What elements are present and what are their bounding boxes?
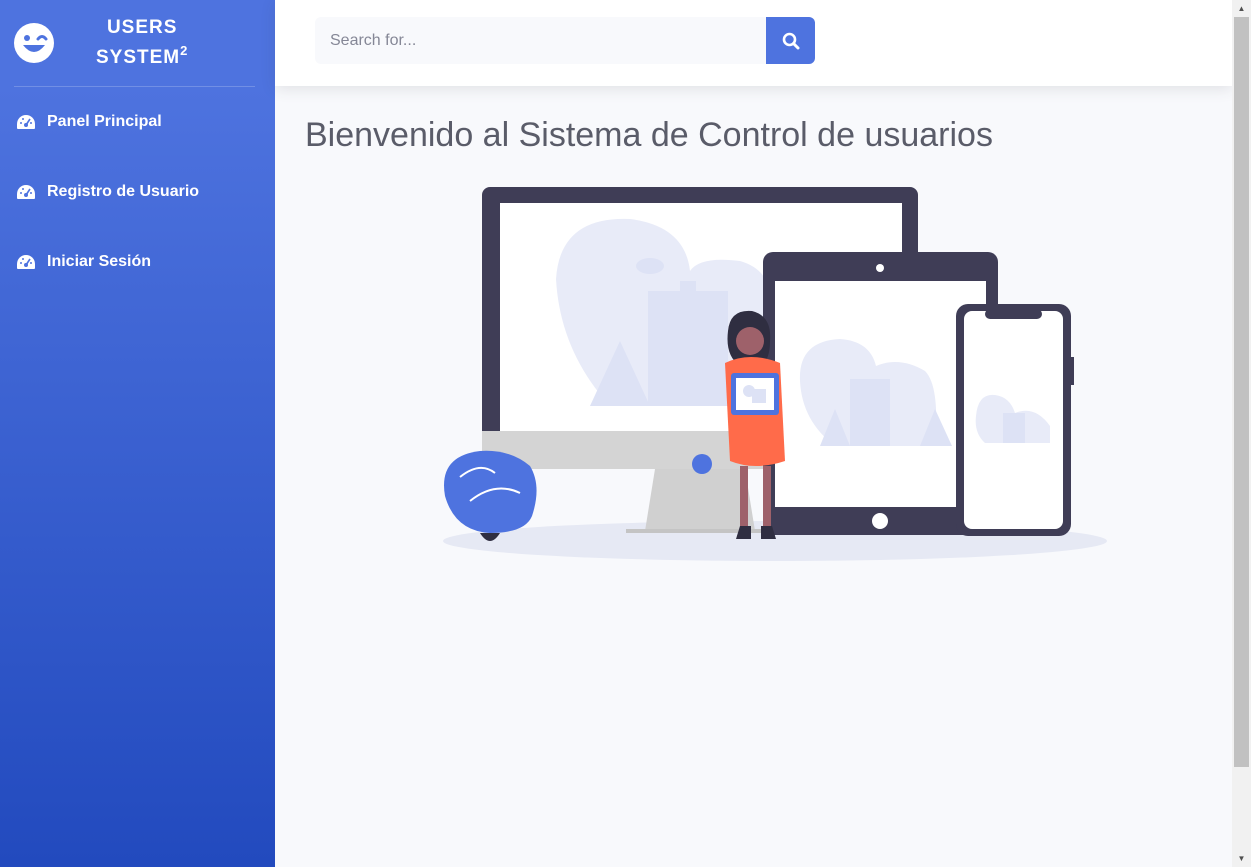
sidebar-item-iniciar-sesion[interactable]: Iniciar Sesión	[0, 227, 275, 297]
brand-sup: 2	[180, 43, 189, 58]
vertical-scrollbar[interactable]: ▲ ▼	[1232, 0, 1251, 867]
search-input[interactable]	[315, 17, 766, 64]
sidebar: USERS SYSTEM2 Panel Principal Registro d…	[0, 0, 275, 867]
brand-line2: SYSTEM2	[96, 43, 188, 73]
search-icon	[782, 32, 799, 49]
main-content: Bienvenido al Sistema de Control de usua…	[275, 86, 1232, 867]
tachometer-icon	[17, 255, 35, 269]
sidebar-item-label: Registro de Usuario	[47, 183, 200, 200]
sidebar-item-label: Iniciar Sesión	[47, 253, 152, 270]
tachometer-icon	[17, 115, 35, 129]
sidebar-brand[interactable]: USERS SYSTEM2	[0, 0, 275, 86]
brand-title: USERS SYSTEM2	[96, 13, 188, 73]
scroll-up-arrow-icon[interactable]: ▲	[1232, 0, 1251, 17]
scroll-down-arrow-icon[interactable]: ▼	[1232, 850, 1251, 867]
brand-line2-text: SYSTEM	[96, 47, 181, 68]
search-button[interactable]	[766, 17, 815, 64]
topbar	[275, 0, 1232, 86]
grin-wink-icon	[14, 23, 54, 63]
scrollbar-thumb[interactable]	[1234, 17, 1249, 767]
sidebar-item-registro[interactable]: Registro de Usuario	[0, 157, 275, 227]
brand-line1: USERS	[106, 17, 178, 38]
page-title: Bienvenido al Sistema de Control de usua…	[305, 116, 993, 154]
sidebar-item-panel-principal[interactable]: Panel Principal	[0, 87, 275, 157]
devices-illustration	[443, 187, 1107, 561]
search-form	[315, 17, 815, 64]
tachometer-icon	[17, 185, 35, 199]
sidebar-item-label: Panel Principal	[47, 113, 162, 130]
